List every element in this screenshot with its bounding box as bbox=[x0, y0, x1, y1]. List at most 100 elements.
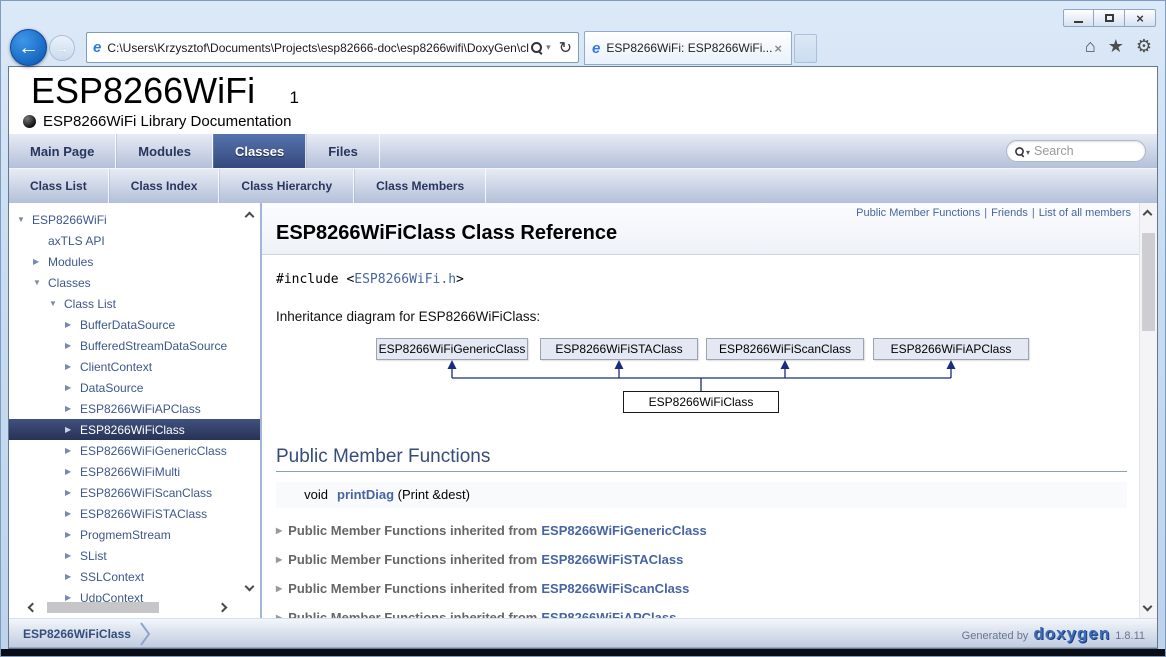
back-button[interactable]: ← bbox=[10, 29, 47, 66]
tree-item-bufferdatasource[interactable]: ▶BufferDataSource bbox=[9, 314, 260, 335]
tree-item-datasource[interactable]: ▶DataSource bbox=[9, 377, 260, 398]
inherited-section-esp8266wifigenericclass[interactable]: ▶Public Member Functions inherited fromE… bbox=[276, 523, 1127, 538]
scroll-left-icon[interactable] bbox=[28, 603, 38, 613]
tree-item-slist[interactable]: ▶SList bbox=[9, 545, 260, 566]
favorites-star-icon[interactable]: ★ bbox=[1108, 37, 1124, 55]
home-icon[interactable]: ⌂ bbox=[1085, 37, 1096, 55]
sub-tabs-list: Class ListClass IndexClass HierarchyClas… bbox=[9, 169, 486, 203]
tree-item-modules[interactable]: ▶Modules bbox=[9, 251, 260, 272]
tree-collapsed-icon[interactable]: ▶ bbox=[65, 362, 80, 371]
sidebar-vertical-scrollbar[interactable] bbox=[243, 209, 258, 594]
tree-item-sslcontext[interactable]: ▶SSLContext bbox=[9, 566, 260, 587]
tab-main-page[interactable]: Main Page bbox=[9, 134, 116, 168]
browser-tab[interactable]: e ESP8266WiFi: ESP8266WiFi... × bbox=[584, 31, 792, 65]
refresh-icon[interactable]: ↻ bbox=[559, 38, 572, 58]
tab-class-members[interactable]: Class Members bbox=[354, 169, 486, 203]
inherited-section-esp8266wifistaclass[interactable]: ▶ Public Member Functions inherited from E… bbox=[276, 552, 1127, 567]
inherit-collapsed-icon[interactable]: ▶ bbox=[276, 526, 282, 535]
inherited-section-esp8266wifiscanclass[interactable]: ▶Public Member Functions inherited fromE… bbox=[276, 581, 1127, 596]
tree-collapsed-icon[interactable]: ▶ bbox=[65, 320, 80, 329]
tree-collapsed-icon[interactable]: ▶ bbox=[65, 425, 80, 434]
tree-item-classes[interactable]: ▼Classes bbox=[9, 272, 260, 293]
url-text[interactable]: C:\Users\Krzysztof\Documents\Projects\es… bbox=[107, 41, 530, 55]
doxygen-logo[interactable]: doxygen bbox=[1033, 624, 1110, 644]
scroll-right-icon[interactable] bbox=[218, 603, 228, 613]
close-button[interactable]: × bbox=[1125, 9, 1156, 27]
tree-item-esp8266wifistaclass[interactable]: ▶ESP8266WiFiSTAClass bbox=[9, 503, 260, 524]
tree-collapsed-icon[interactable]: ▶ bbox=[65, 383, 80, 392]
inherit-prefix-text: Public Member Functions inherited from bbox=[288, 552, 537, 567]
tree-collapsed-icon[interactable]: ▶ bbox=[65, 446, 80, 455]
scroll-up-icon[interactable] bbox=[245, 212, 255, 222]
tab-modules[interactable]: Modules bbox=[116, 134, 213, 168]
content-scroll-thumb[interactable] bbox=[1142, 233, 1155, 331]
tree-expanded-icon[interactable]: ▼ bbox=[49, 299, 64, 308]
inherit-class-link[interactable]: ESP8266WiFiGenericClass bbox=[541, 523, 706, 538]
search-magnifier-icon bbox=[1014, 146, 1024, 156]
inheritance-diagram: ESP8266WiFiGenericClass ESP8266WiFiSTACl… bbox=[276, 336, 1127, 428]
tree-item-progmemstream[interactable]: ▶ProgmemStream bbox=[9, 524, 260, 545]
inherit-collapsed-icon[interactable]: ▶ bbox=[276, 555, 282, 564]
tree-item-class-list[interactable]: ▼Class List bbox=[9, 293, 260, 314]
tab-class-hierarchy[interactable]: Class Hierarchy bbox=[219, 169, 354, 203]
sidebar-horizontal-scrollbar[interactable] bbox=[15, 601, 240, 615]
tree-item-bufferedstreamdatasource[interactable]: ▶BufferedStreamDataSource bbox=[9, 335, 260, 356]
forward-button[interactable]: → bbox=[49, 35, 75, 61]
address-bar[interactable]: e C:\Users\Krzysztof\Documents\Projects\… bbox=[86, 32, 579, 63]
summary-link-public-member-functions[interactable]: Public Member Functions bbox=[856, 207, 980, 219]
tree-item-esp8266wifimulti[interactable]: ▶ESP8266WiFiMulti bbox=[9, 461, 260, 482]
breadcrumb[interactable]: ESP8266WiFiClass bbox=[23, 627, 131, 641]
search-input[interactable]: ▾ Search bbox=[1006, 140, 1146, 162]
browser-chrome: ← → e C:\Users\Krzysztof\Documents\Proje… bbox=[1, 29, 1165, 66]
diagram-node-ap[interactable]: ESP8266WiFiAPClass bbox=[873, 338, 1029, 360]
search-caret-icon: ▾ bbox=[1026, 148, 1030, 157]
minimize-button[interactable] bbox=[1063, 9, 1094, 27]
tree-collapsed-icon[interactable]: ▶ bbox=[65, 572, 80, 581]
tree-collapsed-icon[interactable]: ▶ bbox=[33, 257, 48, 266]
settings-gear-icon[interactable]: ⚙ bbox=[1136, 37, 1152, 55]
tree-item-esp8266wifiscanclass[interactable]: ▶ESP8266WiFiScanClass bbox=[9, 482, 260, 503]
diagram-node-sta[interactable]: ESP8266WiFiSTAClass bbox=[540, 338, 698, 360]
tree-item-clientcontext[interactable]: ▶ClientContext bbox=[9, 356, 260, 377]
tree-collapsed-icon[interactable]: ▶ bbox=[65, 341, 80, 350]
dropdown-caret-icon[interactable]: ▾ bbox=[546, 42, 551, 53]
sidebar-hscroll-thumb[interactable] bbox=[47, 602, 159, 613]
scroll-down-icon[interactable] bbox=[245, 582, 255, 592]
tree-item-esp8266wifi[interactable]: ▼ESP8266WiFi bbox=[9, 209, 260, 230]
summary-link-list-of-all-members[interactable]: List of all members bbox=[1039, 207, 1131, 219]
tree-collapsed-icon[interactable]: ▶ bbox=[65, 404, 80, 413]
maximize-button[interactable] bbox=[1094, 9, 1125, 27]
tab-classes[interactable]: Classes bbox=[213, 134, 306, 168]
tab-class-index[interactable]: Class Index bbox=[109, 169, 220, 203]
tree-item-axtls-api[interactable]: axTLS API bbox=[9, 230, 260, 251]
summary-link-friends[interactable]: Friends bbox=[991, 207, 1028, 219]
tree-item-esp8266wifiapclass[interactable]: ▶ESP8266WiFiAPClass bbox=[9, 398, 260, 419]
new-tab-button[interactable] bbox=[794, 34, 817, 63]
nav-tree-panel: ▼ESP8266WiFiaxTLS API▶Modules▼Classes▼Cl… bbox=[9, 203, 262, 618]
content-scroll-down-icon[interactable] bbox=[1143, 602, 1153, 612]
tab-files[interactable]: Files bbox=[306, 134, 380, 168]
search-icon[interactable] bbox=[530, 41, 543, 54]
diagram-node-scan[interactable]: ESP8266WiFiScanClass bbox=[706, 338, 864, 360]
tree-item-esp8266wifigenericclass[interactable]: ▶ESP8266WiFiGenericClass bbox=[9, 440, 260, 461]
tree-collapsed-icon[interactable]: ▶ bbox=[65, 488, 80, 497]
diagram-node-generic[interactable]: ESP8266WiFiGenericClass bbox=[376, 338, 528, 360]
content-scroll-up-icon[interactable] bbox=[1143, 210, 1153, 220]
content-vertical-scrollbar[interactable] bbox=[1139, 203, 1157, 618]
inherited-section-esp8266wifiapclass[interactable]: ▶Public Member Functions inherited fromE… bbox=[276, 610, 1127, 618]
inherit-class-link[interactable]: ESP8266WiFiScanClass bbox=[541, 581, 689, 596]
tree-expanded-icon[interactable]: ▼ bbox=[33, 278, 48, 287]
tree-collapsed-icon[interactable]: ▶ bbox=[65, 551, 80, 560]
tree-collapsed-icon[interactable]: ▶ bbox=[65, 467, 80, 476]
tree-collapsed-icon[interactable]: ▶ bbox=[65, 509, 80, 518]
tree-collapsed-icon[interactable]: ▶ bbox=[65, 530, 80, 539]
tree-item-esp8266wificlass[interactable]: ▶ESP8266WiFiClass bbox=[9, 419, 260, 440]
inherit-class-link[interactable]: ESP8266WiFiAPClass bbox=[541, 610, 676, 618]
member-function-link[interactable]: printDiag bbox=[337, 487, 394, 502]
tab-close-icon[interactable]: × bbox=[772, 41, 784, 56]
inherit-collapsed-icon[interactable]: ▶ bbox=[276, 584, 282, 593]
inherit-class-link[interactable]: ESP8266WiFiSTAClass bbox=[541, 552, 683, 567]
tab-class-list[interactable]: Class List bbox=[9, 169, 109, 203]
include-file-link[interactable]: ESP8266WiFi.h bbox=[354, 272, 456, 287]
tree-expanded-icon[interactable]: ▼ bbox=[17, 215, 32, 224]
